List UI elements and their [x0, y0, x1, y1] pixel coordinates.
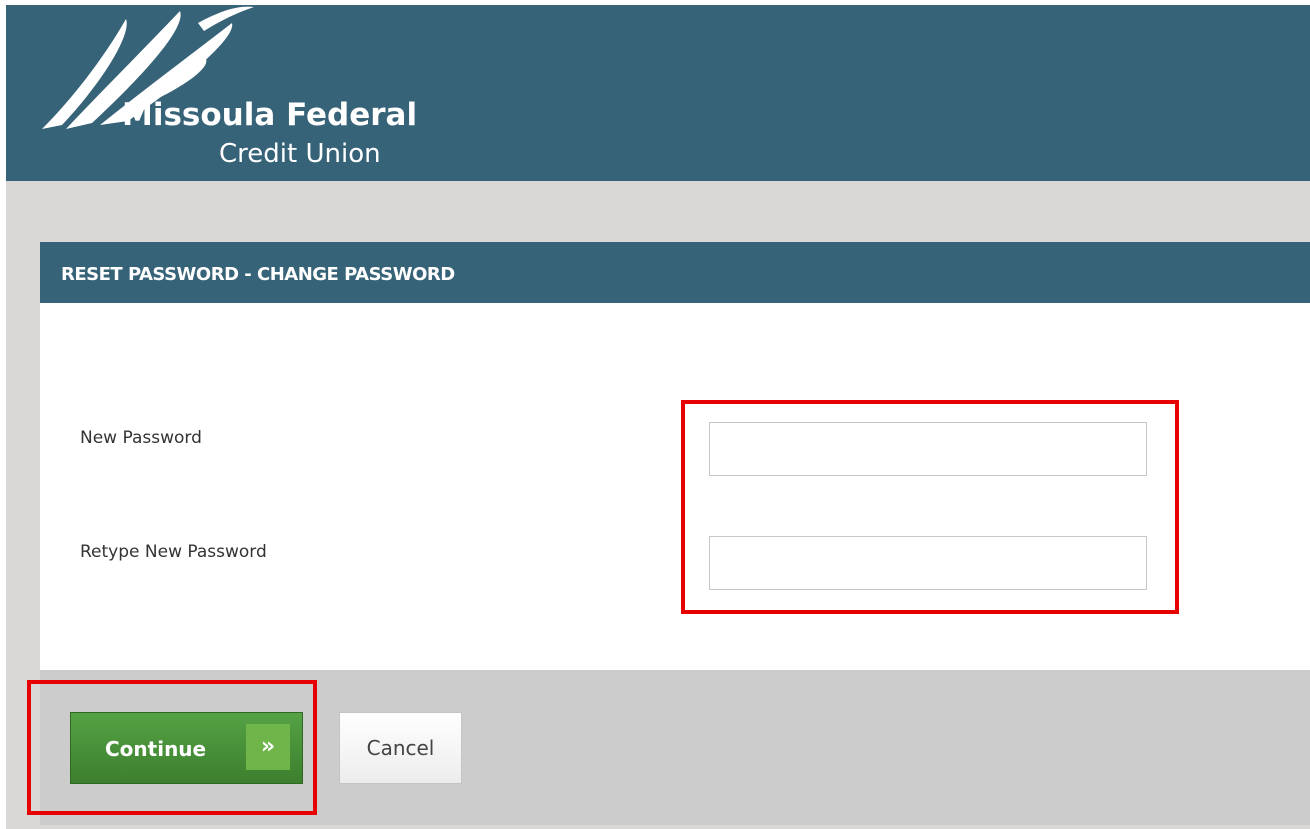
- new-password-label: New Password: [80, 428, 202, 448]
- double-chevron-right-icon: »: [246, 724, 290, 770]
- panel-header: RESET PASSWORD - CHANGE PASSWORD: [40, 242, 1310, 303]
- site-header: Missoula Federal Credit Union: [6, 5, 1310, 181]
- brand-name: Missoula Federal: [122, 97, 418, 133]
- new-password-input[interactable]: [709, 422, 1147, 476]
- page-frame: Missoula Federal Credit Union RESET PASS…: [6, 5, 1310, 829]
- continue-button[interactable]: Continue »: [70, 712, 303, 784]
- reset-password-panel: RESET PASSWORD - CHANGE PASSWORD New Pas…: [27, 242, 1310, 825]
- cancel-button[interactable]: Cancel: [339, 712, 462, 784]
- brand-subtitle: Credit Union: [219, 139, 381, 169]
- panel-title: RESET PASSWORD - CHANGE PASSWORD: [61, 264, 455, 285]
- retype-password-input[interactable]: [709, 536, 1147, 590]
- retype-password-label: Retype New Password: [80, 542, 267, 562]
- continue-button-label: Continue: [105, 737, 207, 761]
- button-bar: Continue » Cancel: [27, 670, 1310, 825]
